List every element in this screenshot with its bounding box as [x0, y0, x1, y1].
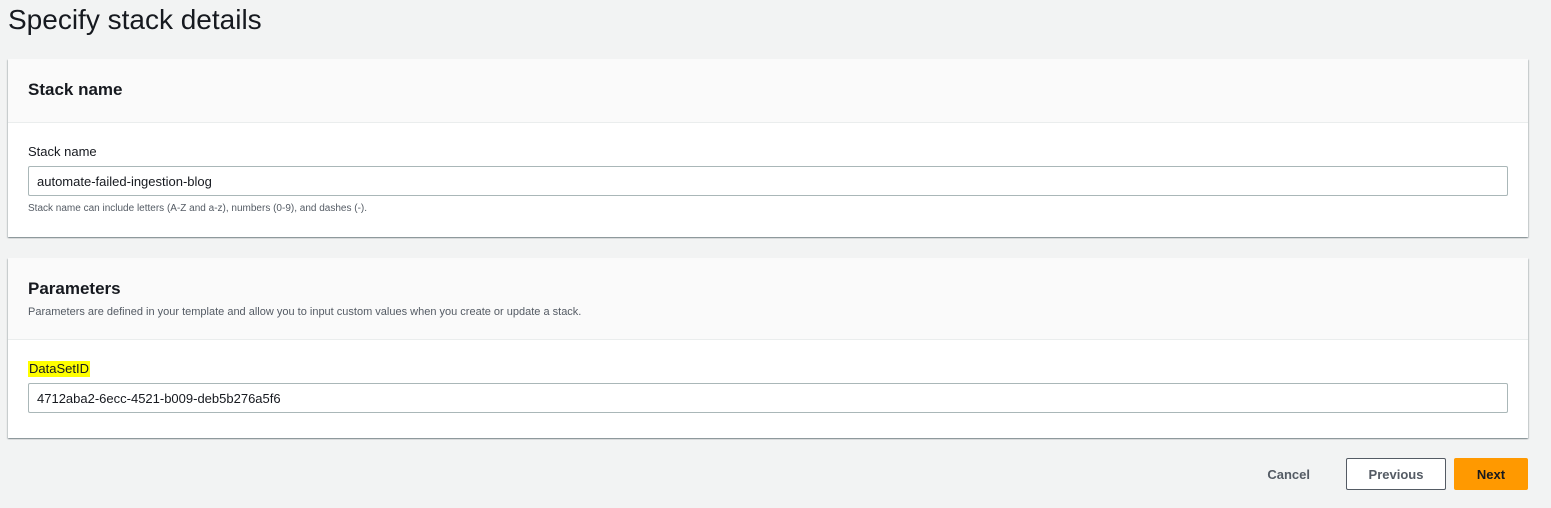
page-title: Specify stack details	[8, 4, 262, 35]
stack-name-label: Stack name	[28, 144, 97, 159]
stack-name-panel-title: Stack name	[28, 80, 123, 99]
dataset-id-input[interactable]	[28, 383, 1508, 413]
dataset-id-label: DataSetID	[28, 361, 90, 377]
cancel-button[interactable]: Cancel	[1247, 458, 1330, 490]
previous-button[interactable]: Previous	[1346, 458, 1446, 490]
parameters-panel-body: DataSetID	[8, 340, 1528, 413]
next-button[interactable]: Next	[1454, 458, 1528, 490]
parameters-panel-description: Parameters are defined in your template …	[28, 306, 582, 318]
stack-name-input[interactable]	[28, 166, 1508, 196]
stack-name-panel-body: Stack name Stack name can include letter…	[8, 123, 1528, 216]
stack-name-constraint: Stack name can include letters (A-Z and …	[28, 203, 368, 214]
stack-name-panel: Stack name Stack name Stack name can inc…	[8, 59, 1528, 237]
wizard-actions: Cancel Previous Next	[1247, 458, 1528, 490]
parameters-panel: Parameters Parameters are defined in you…	[8, 258, 1528, 438]
stack-name-panel-header: Stack name	[8, 59, 1528, 123]
parameters-panel-title: Parameters	[28, 279, 121, 298]
parameters-panel-header: Parameters Parameters are defined in you…	[8, 258, 1528, 340]
